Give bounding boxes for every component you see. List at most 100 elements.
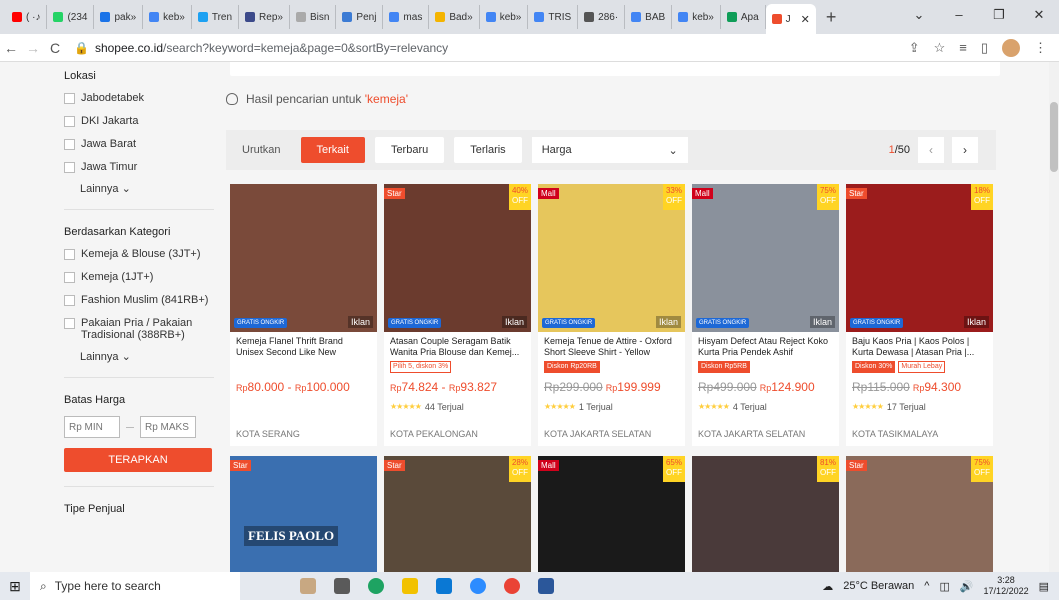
browser-tab[interactable]: keb» [672,5,721,29]
browser-tab[interactable]: Apa [721,5,766,29]
reload-button[interactable]: C [44,40,66,56]
sort-bestseller-button[interactable]: Terlaris [454,137,522,163]
checkbox[interactable] [64,139,75,150]
category-filter[interactable]: Fashion Muslim (841RB+) [64,294,214,306]
product-image[interactable]: Mall 65% OFF [538,456,685,572]
new-tab-button[interactable]: + [826,7,837,28]
product-image[interactable]: Star 28% OFF [384,456,531,572]
checkbox[interactable] [64,295,75,306]
url-field[interactable]: 🔒 shopee.co.id/search?keyword=kemeja&pag… [74,41,909,55]
product-card[interactable]: 81% OFF [692,456,839,572]
network-icon[interactable]: ◫ [939,580,949,593]
category-more-link[interactable]: Lainnya ⌄ [80,350,214,363]
browser-tab[interactable]: TRIS [528,5,579,29]
bookmark-star-icon[interactable]: ☆ [934,40,946,56]
location-filter[interactable]: Jawa Timur [64,161,214,173]
checkbox[interactable] [64,318,75,329]
profile-avatar[interactable] [1002,38,1020,57]
product-image[interactable]: Star 40% OFF GRATIS ONGKIR Iklan [384,184,531,332]
sidebar-icon[interactable]: ▯ [981,40,988,56]
browser-tab[interactable]: Tren [192,5,240,29]
browser-tab[interactable]: BAB [625,5,673,29]
mail-icon[interactable] [436,578,452,594]
next-page-button[interactable]: › [952,137,978,163]
product-image[interactable]: Star FELIS PAOLO [230,456,377,572]
cortana-icon[interactable] [300,578,316,594]
chevron-down-icon[interactable]: ⌄ [899,0,939,30]
zoom-icon[interactable] [470,578,486,594]
browser-tab[interactable]: Rep» [239,5,290,29]
share-icon[interactable]: ⇪ [909,40,920,56]
location-filter[interactable]: Jawa Barat [64,138,214,150]
checkbox[interactable] [64,272,75,283]
checkbox[interactable] [64,93,75,104]
product-title[interactable]: Atasan Couple Seragam Batik Wanita Pria … [390,336,525,358]
browser-tab[interactable]: Bad» [429,5,480,29]
browser-tab[interactable]: 286· [578,5,626,29]
product-card[interactable]: Star 40% OFF GRATIS ONGKIR Iklan Atasan Coupl… [384,184,531,446]
minimize-button[interactable]: – [939,0,979,30]
notification-icon[interactable]: ▤ [1039,580,1049,593]
word-icon[interactable] [538,578,554,594]
product-card[interactable]: Star FELIS PAOLO [230,456,377,572]
browser-tab[interactable]: ( ·♪ [6,5,48,29]
scrollbar-thumb[interactable] [1050,102,1058,172]
category-filter[interactable]: Pakaian Pria / Pakaian Tradisional (388R… [64,317,214,341]
product-card[interactable]: Mall 33% OFF GRATIS ONGKIR Iklan Kemeja Tenue… [538,184,685,446]
category-filter[interactable]: Kemeja & Blouse (3JT+) [64,248,214,260]
taskbar-search[interactable]: ⌕ Type here to search [30,572,240,600]
browser-tab[interactable]: keb» [143,5,192,29]
max-price-input[interactable] [140,416,196,438]
product-card[interactable]: Mall 65% OFF [538,456,685,572]
product-title[interactable]: Kemeja Flanel Thrift Brand Unisex Second… [236,336,371,358]
location-filter[interactable]: Jabodetabek [64,92,214,104]
product-title[interactable]: Baju Kaos Pria | Kaos Polos | Kurta Dewa… [852,336,987,358]
tray-chevron-icon[interactable]: ^ [924,580,929,592]
task-view-icon[interactable] [334,578,350,594]
product-image[interactable]: Mall 75% OFF GRATIS ONGKIR Iklan [692,184,839,332]
product-title[interactable]: Hisyam Defect Atau Reject Koko Kurta Pri… [698,336,833,358]
checkbox[interactable] [64,249,75,260]
product-image[interactable]: 81% OFF [692,456,839,572]
close-tab-icon[interactable]: ✕ [801,13,810,26]
browser-tab[interactable]: pak» [94,5,144,29]
product-card[interactable]: Star 18% OFF GRATIS ONGKIR Iklan Baju Kaos Pr… [846,184,993,446]
browser-tab[interactable]: (234 [47,5,95,29]
prev-page-button[interactable]: ‹ [918,137,944,163]
clock[interactable]: 3:28 17/12/2022 [984,575,1029,597]
file-explorer-icon[interactable] [402,578,418,594]
sort-relevance-button[interactable]: Terkait [300,137,365,163]
forward-button[interactable]: → [22,40,44,56]
product-title[interactable]: Kemeja Tenue de Attire - Oxford Short Sl… [544,336,679,358]
page-scrollbar[interactable] [1049,62,1059,572]
close-window-button[interactable]: ✕ [1019,0,1059,30]
product-card[interactable]: Mall 75% OFF GRATIS ONGKIR Iklan Hisyam Defec… [692,184,839,446]
reading-list-icon[interactable]: ≡ [959,40,967,55]
windows-start-icon[interactable]: ⊞ [0,578,30,595]
min-price-input[interactable] [64,416,120,438]
checkbox[interactable] [64,116,75,127]
browser-tab[interactable]: keb» [480,5,529,29]
category-filter[interactable]: Kemeja (1JT+) [64,271,214,283]
price-sort-select[interactable]: Harga ⌄ [531,137,688,163]
edge-icon[interactable] [368,578,384,594]
sort-latest-button[interactable]: Terbaru [374,137,445,163]
product-card[interactable]: Star 75% OFF [846,456,993,572]
browser-tab[interactable]: Bisn [290,5,337,29]
back-button[interactable]: ← [0,40,22,56]
location-filter[interactable]: DKI Jakarta [64,115,214,127]
product-image[interactable]: GRATIS ONGKIR Iklan [230,184,377,332]
product-image[interactable]: Star 75% OFF [846,456,993,572]
browser-tab[interactable]: Penj [336,5,384,29]
browser-tab[interactable]: mas [383,5,430,29]
product-image[interactable]: Star 18% OFF GRATIS ONGKIR Iklan [846,184,993,332]
weather-text[interactable]: 25°C Berawan [843,580,914,592]
product-card[interactable]: GRATIS ONGKIR Iklan Kemeja Flanel Thrift B… [230,184,377,446]
product-card[interactable]: Star 28% OFF [384,456,531,572]
menu-icon[interactable]: ⋮ [1034,40,1047,56]
checkbox[interactable] [64,162,75,173]
apply-price-button[interactable]: TERAPKAN [64,448,212,472]
product-image[interactable]: Mall 33% OFF GRATIS ONGKIR Iklan [538,184,685,332]
maximize-button[interactable]: ❐ [979,0,1019,30]
location-more-link[interactable]: Lainnya ⌄ [80,182,214,195]
